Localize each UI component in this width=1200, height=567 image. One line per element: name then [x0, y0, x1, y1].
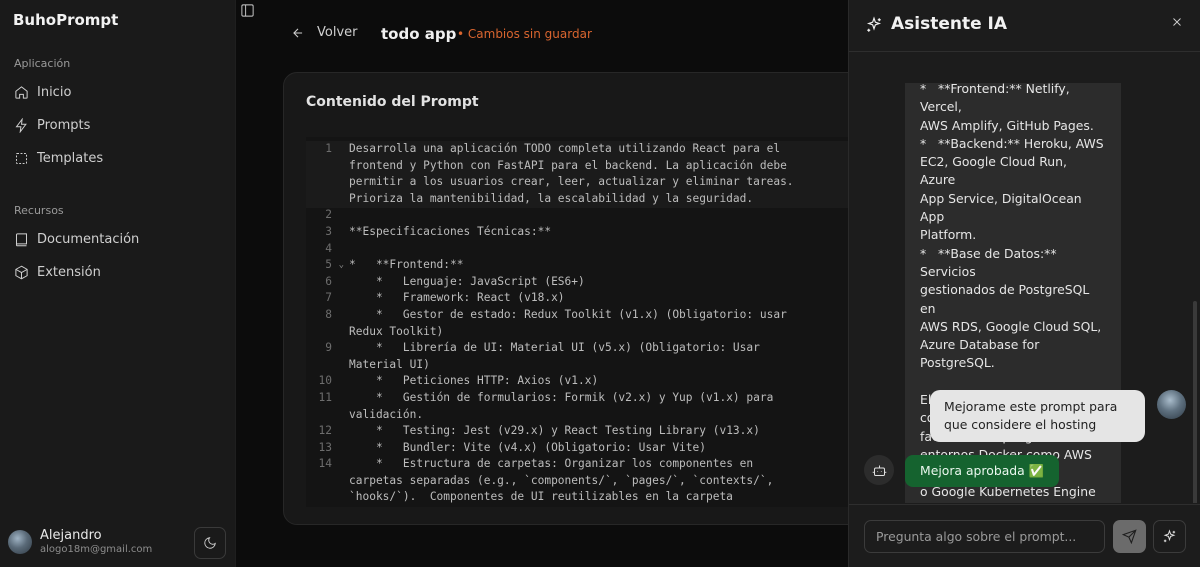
user-avatar: [1157, 390, 1186, 419]
sidebar-item-label: Inicio: [37, 84, 72, 100]
sparkles-icon: [1163, 529, 1176, 543]
user-message: Mejorame este prompt para que considere …: [930, 390, 1145, 442]
cube-icon: [15, 265, 28, 279]
line-number: 6: [325, 274, 332, 288]
line-number: 3: [325, 224, 332, 238]
send-icon: [1122, 529, 1137, 544]
sidebar-item-label: Templates: [37, 150, 104, 166]
line-number: [306, 357, 344, 374]
toggle-sidebar-button[interactable]: [240, 3, 256, 19]
moon-icon: [204, 537, 216, 549]
avatar: [8, 530, 32, 554]
sidebar: BuhoPrompt Aplicación Inicio Prompts Tem…: [0, 0, 236, 567]
user-name: Alejandro: [40, 528, 102, 543]
line-number: 14: [318, 457, 332, 471]
line-number: [306, 489, 344, 506]
prompt-content-card: Contenido del Prompt 1 2 3 4 5 ⌄ 6 7 8 9 10 11 1…: [283, 72, 883, 525]
close-icon: [1173, 18, 1181, 26]
home-icon: [15, 85, 28, 99]
line-number: 11: [318, 390, 332, 404]
line-number: [306, 191, 344, 208]
send-button[interactable]: [1113, 520, 1146, 553]
book-icon: [15, 232, 27, 246]
sidebar-item-documentacion[interactable]: Documentación: [14, 228, 139, 250]
back-button[interactable]: Volver: [291, 25, 358, 40]
bot-icon: [872, 465, 886, 476]
line-number: 1: [325, 142, 332, 155]
unsaved-status: • Cambios sin guardar: [457, 27, 592, 41]
improve-prompt-button[interactable]: [1153, 520, 1186, 553]
theme-toggle-button[interactable]: [194, 527, 226, 559]
user-email: alogo18m@gmail.com: [40, 544, 153, 555]
line-number: [306, 324, 344, 341]
close-panel-button[interactable]: [1171, 13, 1185, 27]
fold-chevron-icon[interactable]: ⌄: [339, 257, 344, 274]
code-editor[interactable]: 1 2 3 4 5 ⌄ 6 7 8 9 10 11 12 13 14 Desarrolla una …: [306, 137, 866, 507]
line-number: [306, 407, 344, 424]
sidebar-item-templates[interactable]: Templates: [14, 147, 103, 169]
sidebar-item-label: Documentación: [37, 231, 140, 247]
section-label-app: Aplicación: [14, 57, 71, 70]
arrow-left-icon: [293, 28, 303, 37]
line-number: 5 ⌄: [306, 257, 344, 274]
chat-input-bar: [849, 504, 1200, 567]
app-logo[interactable]: BuhoPrompt: [13, 11, 118, 29]
back-label: Volver: [317, 25, 358, 40]
sidebar-item-prompts[interactable]: Prompts: [14, 114, 90, 136]
line-number: 13: [318, 440, 332, 454]
sparkles-icon: [865, 16, 883, 34]
sidebar-panel-icon: [241, 4, 254, 17]
line-number: [306, 174, 344, 191]
line-number: 12: [318, 424, 332, 438]
approved-message: Mejora aprobada ✅: [905, 455, 1060, 487]
assistant-panel: Asistente IA * **Frontend:** Netlify, Ve…: [848, 0, 1200, 567]
chat-scrollbar[interactable]: [1193, 301, 1197, 503]
template-icon: [16, 152, 27, 164]
line-number: 8: [325, 307, 332, 321]
page-title: todo app: [381, 25, 457, 43]
editor-text[interactable]: Desarrolla una aplicación TODO completa …: [349, 141, 859, 506]
line-number: [306, 473, 344, 490]
ask-input[interactable]: [864, 520, 1105, 553]
zap-icon: [15, 117, 27, 133]
bot-avatar: [864, 455, 894, 485]
sidebar-item-extension[interactable]: Extensión: [14, 261, 101, 283]
line-number: 4: [325, 241, 332, 255]
line-number: [306, 158, 344, 175]
card-title: Contenido del Prompt: [306, 94, 479, 110]
line-number-gutter: 1 2 3 4 5 ⌄ 6 7 8 9 10 11 12 13 14: [306, 141, 344, 506]
line-number: 2: [325, 208, 332, 222]
line-number: 10: [318, 374, 332, 388]
assistant-title: Asistente IA: [891, 14, 1008, 34]
line-number: 9: [325, 341, 332, 355]
section-label-resources: Recursos: [14, 204, 64, 217]
sidebar-item-inicio[interactable]: Inicio: [14, 81, 71, 103]
line-number: 7: [325, 291, 332, 305]
chat-messages[interactable]: * **Frontend:** Netlify, Vercel, AWS Amp…: [849, 83, 1200, 503]
sidebar-item-label: Prompts: [37, 117, 91, 133]
assistant-header: Asistente IA: [849, 0, 1200, 52]
sidebar-item-label: Extensión: [37, 264, 101, 280]
user-profile[interactable]: Alejandro alogo18m@gmail.com: [8, 528, 152, 556]
